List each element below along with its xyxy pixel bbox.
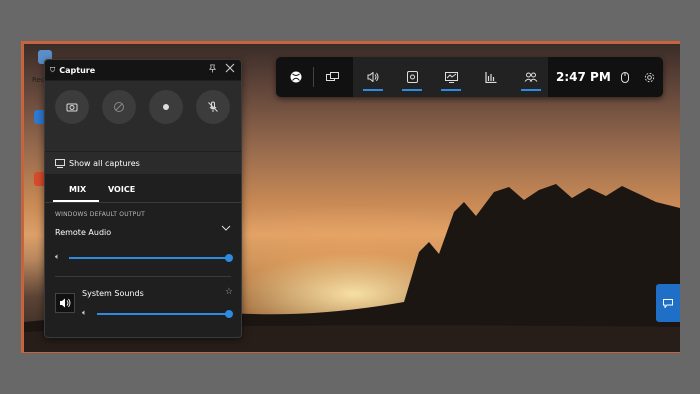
show-all-captures-label: Show all captures — [69, 158, 140, 168]
output-volume-slider[interactable] — [69, 254, 233, 262]
app-volume-fill — [97, 313, 229, 315]
xbox-icon[interactable] — [284, 57, 308, 97]
resources-icon[interactable] — [479, 57, 503, 97]
output-volume-thumb[interactable] — [225, 254, 233, 262]
audio-tabs: MIX VOICE — [45, 182, 241, 202]
clock: 2:47 PM — [556, 70, 611, 84]
mouse-icon[interactable] — [616, 57, 634, 97]
audio-icon[interactable] — [361, 57, 385, 97]
gallery-icon — [55, 158, 65, 168]
app-volume-thumb[interactable] — [225, 310, 233, 318]
mic-toggle-button[interactable] — [196, 90, 230, 124]
capture-buttons — [45, 81, 241, 151]
settings-gear-icon[interactable] — [640, 57, 658, 97]
speaker-icon[interactable]: 🔈︎ — [55, 252, 60, 262]
capture-widget: ⛉ Capture Show all captures MIX VOICE WI… — [44, 59, 242, 338]
chevron-down-icon[interactable] — [221, 225, 231, 231]
output-section-label: WINDOWS DEFAULT OUTPUT — [55, 211, 145, 218]
app-speaker-icon[interactable]: 🔈︎ — [82, 308, 87, 318]
performance-active-indicator — [441, 89, 461, 91]
tab-voice[interactable]: VOICE — [108, 185, 135, 194]
capture-icon[interactable] — [400, 57, 424, 97]
social-active-indicator — [521, 89, 541, 91]
topbar-divider — [313, 67, 314, 87]
widget-strip — [353, 57, 548, 97]
capture-active-indicator — [402, 89, 422, 91]
mic-off-icon — [208, 101, 218, 112]
chat-icon — [663, 298, 673, 308]
output-device-select[interactable]: Remote Audio — [55, 228, 111, 237]
tab-mix[interactable]: MIX — [69, 185, 86, 194]
pin-icon[interactable] — [208, 64, 217, 73]
close-icon[interactable] — [225, 63, 235, 73]
capture-logo-icon: ⛉ — [50, 65, 56, 74]
row-divider — [55, 276, 231, 277]
output-volume-fill — [69, 257, 229, 259]
camera-icon — [66, 103, 78, 112]
show-all-captures-link[interactable]: Show all captures — [45, 152, 241, 174]
performance-icon[interactable] — [439, 57, 463, 97]
output-volume-row: 🔈︎ — [45, 252, 241, 264]
start-recording-button[interactable] — [149, 90, 183, 124]
side-widget-tab[interactable] — [656, 284, 680, 322]
social-icon[interactable] — [519, 57, 543, 97]
capture-title: Capture — [59, 65, 96, 75]
screenshot-button[interactable] — [55, 90, 89, 124]
audio-active-indicator — [363, 89, 383, 91]
tab-divider — [45, 202, 241, 203]
record-last-icon — [114, 102, 124, 112]
widget-menu-icon[interactable] — [320, 57, 344, 97]
desktop-icon-label: Rec — [32, 76, 45, 84]
app-volume-row: 🔈︎ — [45, 308, 241, 320]
record-icon — [163, 104, 169, 110]
game-bar: 2:47 PM — [276, 57, 663, 97]
app-name-system-sounds: System Sounds — [82, 289, 144, 298]
favorite-star-icon[interactable]: ☆ — [225, 287, 233, 297]
record-last-button[interactable] — [102, 90, 136, 124]
capture-header[interactable]: ⛉ Capture — [45, 60, 241, 80]
app-volume-slider[interactable] — [97, 310, 233, 318]
